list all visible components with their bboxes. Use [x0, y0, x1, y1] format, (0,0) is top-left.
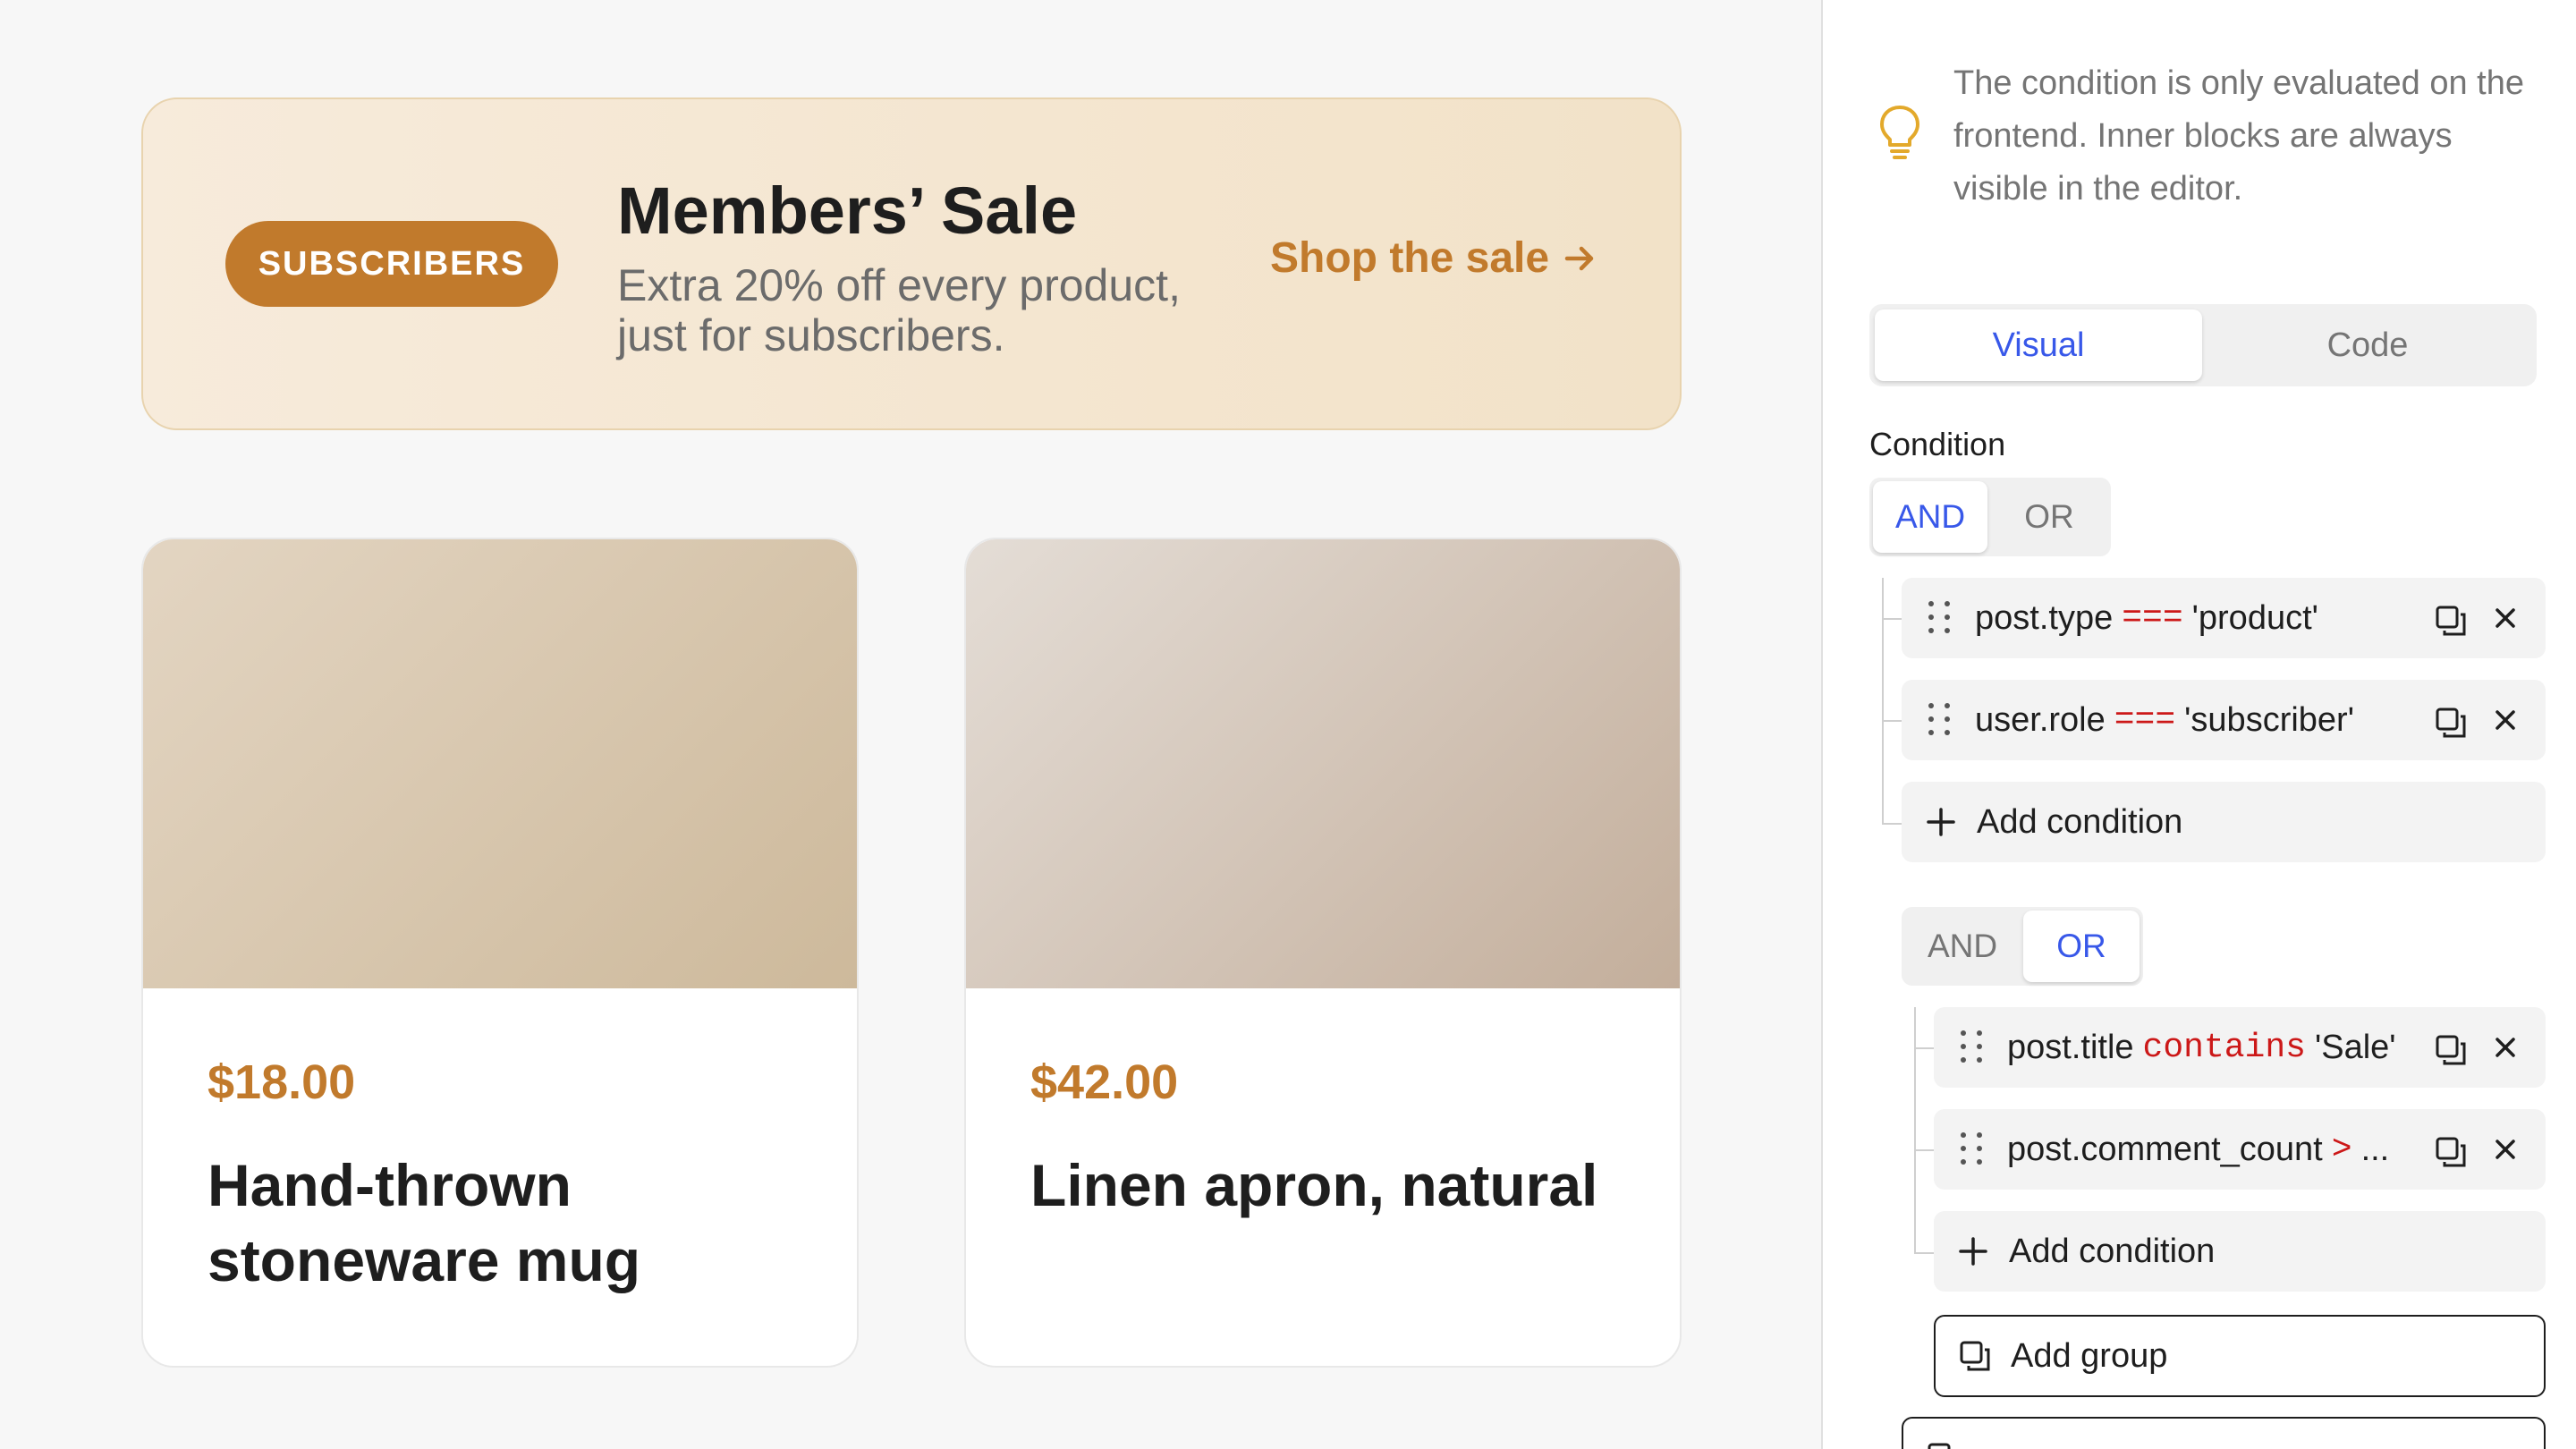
- tree-line: [1882, 578, 1884, 825]
- drag-handle-icon[interactable]: [1961, 1132, 1984, 1166]
- condition-field: user.role: [1975, 700, 2106, 739]
- product-image: [143, 539, 857, 988]
- add-condition-button[interactable]: Add condition: [1934, 1211, 2546, 1292]
- product-price: $18.00: [208, 1055, 356, 1109]
- add-group-button[interactable]: Add group: [1934, 1315, 2546, 1397]
- shop-sale-link[interactable]: Shop the sale: [1270, 233, 1597, 283]
- condition-operator: >: [2331, 1130, 2352, 1169]
- add-condition-label: Add condition: [1977, 802, 2183, 841]
- group-icon: [1928, 1443, 1951, 1449]
- banner-subtitle: Extra 20% off every product, just for su…: [617, 260, 1181, 360]
- block-settings-sidebar: The condition is only evaluated on the f…: [1821, 0, 2576, 1449]
- condition-operator: contains: [2142, 1028, 2306, 1067]
- sale-banner[interactable]: SUBSCRIBERS Members’ Sale Extra 20% off …: [141, 97, 1682, 430]
- condition-value: 'subscriber': [2184, 700, 2354, 739]
- subscribers-badge: SUBSCRIBERS: [225, 221, 558, 307]
- tree-line: [1914, 1007, 1916, 1254]
- shop-sale-label: Shop the sale: [1270, 234, 1550, 282]
- editor-canvas: SUBSCRIBERS Members’ Sale Extra 20% off …: [0, 0, 1821, 1449]
- add-group-button-root[interactable]: [1902, 1417, 2546, 1449]
- drag-handle-icon[interactable]: [1928, 601, 1952, 635]
- drag-handle-icon[interactable]: [1928, 703, 1952, 737]
- condition-field: post.comment_count: [2007, 1130, 2323, 1168]
- product-name: Linen apron, natural: [1030, 1152, 1598, 1218]
- duplicate-icon[interactable]: [2435, 605, 2467, 637]
- condition-row[interactable]: user.role === 'subscriber': [1902, 680, 2546, 760]
- product-name: Hand-thrown stoneware mug: [208, 1152, 641, 1293]
- add-group-label: Add group: [2011, 1336, 2168, 1375]
- plus-icon: [1959, 1237, 1987, 1266]
- nested-or-option[interactable]: OR: [2023, 911, 2140, 982]
- plus-icon: [1927, 808, 1955, 836]
- close-icon[interactable]: [2490, 705, 2521, 735]
- nested-logic-toggle: AND OR: [1902, 907, 2143, 986]
- duplicate-icon[interactable]: [2435, 1136, 2467, 1168]
- duplicate-icon[interactable]: [2435, 1034, 2467, 1066]
- condition-label: Condition: [1869, 426, 2006, 462]
- condition-row[interactable]: post.title contains 'Sale': [1934, 1007, 2546, 1088]
- view-mode-tabs: Visual Code: [1869, 304, 2537, 386]
- tab-code[interactable]: Code: [2204, 309, 2531, 381]
- close-icon[interactable]: [2490, 1032, 2521, 1063]
- condition-row[interactable]: post.comment_count > ...: [1934, 1109, 2546, 1190]
- lightbulb-icon: [1880, 106, 1919, 159]
- add-condition-button[interactable]: Add condition: [1902, 782, 2546, 862]
- arrow-right-icon: [1564, 246, 1594, 270]
- close-icon[interactable]: [2490, 1134, 2521, 1165]
- condition-operator: ===: [2122, 598, 2183, 638]
- condition-value: 'product': [2191, 598, 2318, 637]
- product-image: [966, 539, 1680, 988]
- condition-value: ...: [2360, 1130, 2390, 1168]
- banner-title: Members’ Sale: [617, 174, 1078, 248]
- condition-operator: ===: [2114, 700, 2176, 740]
- close-icon[interactable]: [2490, 603, 2521, 633]
- duplicate-icon[interactable]: [2435, 707, 2467, 739]
- condition-field: post.title: [2007, 1028, 2134, 1066]
- condition-value: 'Sale': [2314, 1028, 2396, 1066]
- add-condition-label: Add condition: [2009, 1232, 2216, 1270]
- root-logic-toggle: AND OR: [1869, 478, 2111, 556]
- root-or-option[interactable]: OR: [1991, 481, 2107, 553]
- notice-text: The condition is only evaluated on the f…: [1953, 64, 2524, 208]
- product-card[interactable]: $42.00 Linen apron, natural: [964, 538, 1682, 1368]
- product-price: $42.00: [1030, 1055, 1179, 1109]
- group-icon: [1960, 1341, 1990, 1371]
- condition-row[interactable]: post.type === 'product': [1902, 578, 2546, 658]
- root-and-option[interactable]: AND: [1873, 481, 1987, 553]
- tab-visual[interactable]: Visual: [1875, 309, 2202, 381]
- product-card[interactable]: $18.00 Hand-thrown stoneware mug: [141, 538, 859, 1368]
- condition-field: post.type: [1975, 598, 2114, 637]
- nested-and-option[interactable]: AND: [1905, 911, 2020, 982]
- drag-handle-icon[interactable]: [1961, 1030, 1984, 1064]
